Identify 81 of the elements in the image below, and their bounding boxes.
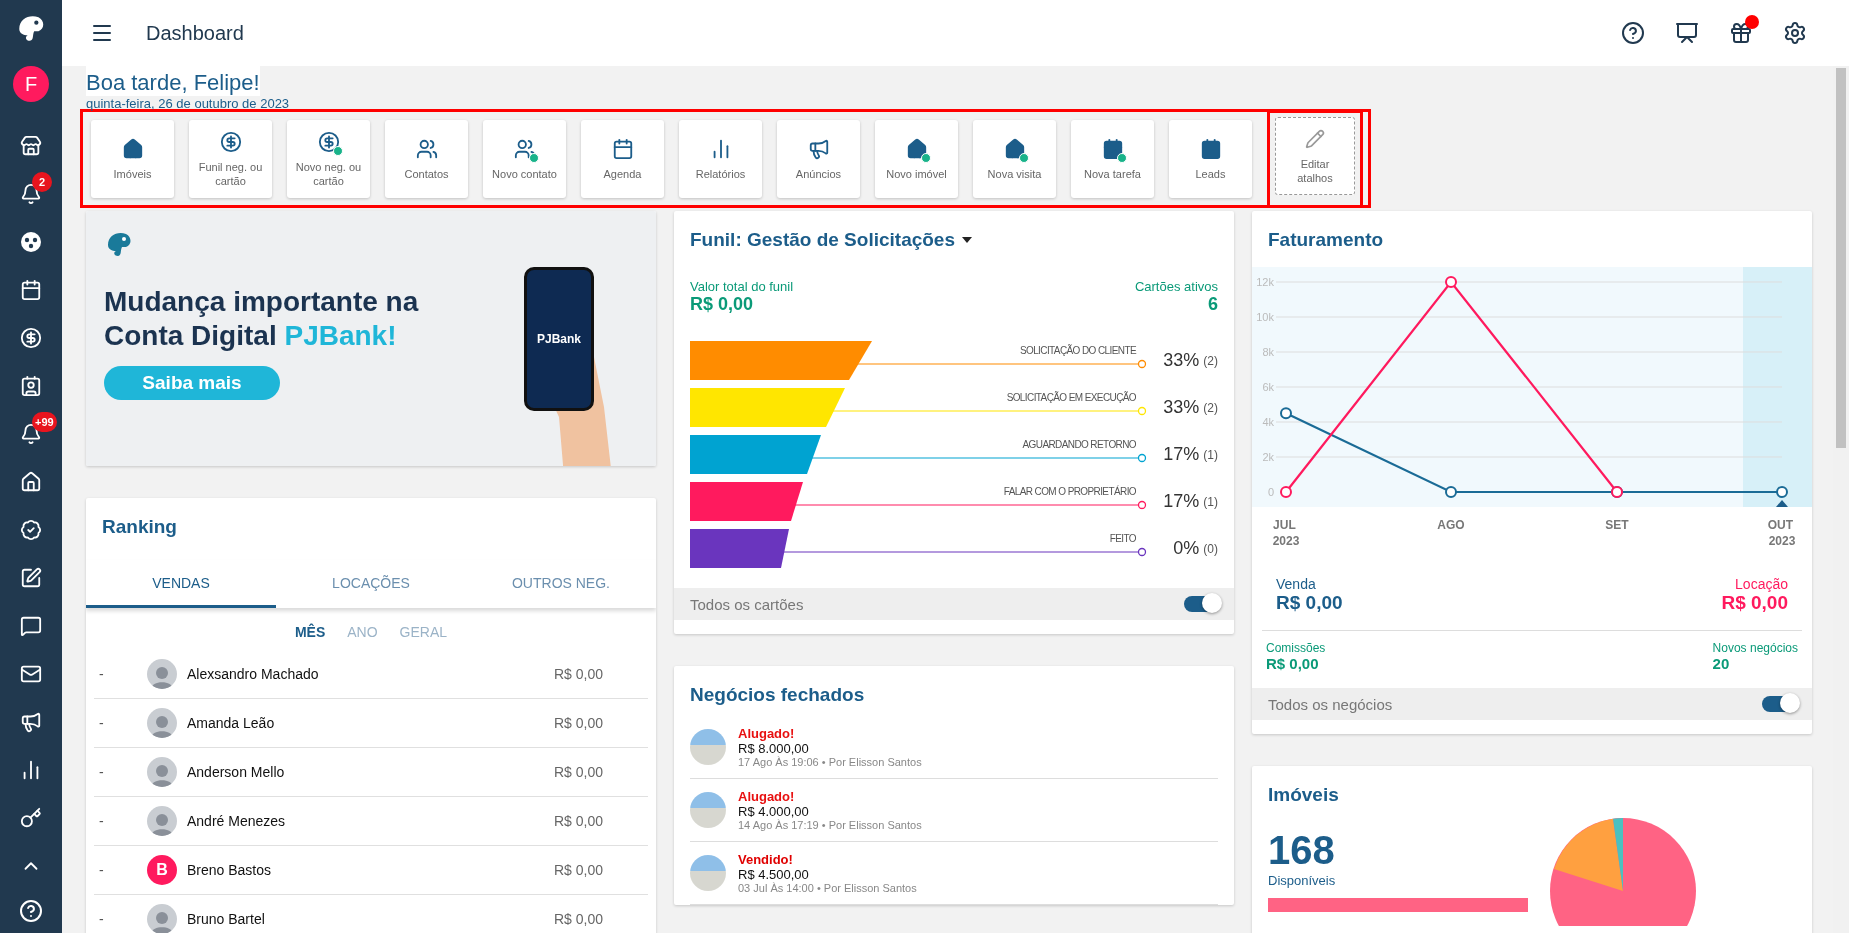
stage-percent: 0% [1173,538,1200,559]
stage-percent: 17% [1163,491,1200,512]
rent-value: R$ 0,00 [1721,592,1788,614]
stage-count: (2) [1203,353,1218,368]
y-tick-label: 2k [1262,451,1274,463]
y-tick-label: 0 [1267,486,1274,498]
notification-badge: 2 [32,172,52,192]
stage-label: FALAR COM O PROPRIETÁRIO [1003,486,1136,497]
card-title: Negócios fechados [689,683,866,706]
rank-position: - [98,666,105,682]
stage-label: SOLICITAÇÃO EM EXECUÇÃO [1006,392,1136,403]
property-count: 168 [1268,828,1336,873]
x-axis-label: JUL 2023 [1272,518,1300,548]
y-tick-label: 8k [1262,346,1274,358]
person-name: Amanda Leão [187,715,275,731]
new-deals-label: Novos negócios [1712,641,1798,655]
phone-screen-text: PJBank [537,332,581,346]
y-tick-label: 10k [1256,311,1274,323]
card-title: Faturamento [1267,228,1385,251]
active-cards-label: Cartões ativos [1134,279,1218,294]
stage-percent: 33% [1163,397,1200,418]
amount: R$ 0,00 [553,911,603,927]
deal-amount: R$ 4.000,00 [738,804,810,819]
stage-count: (1) [1203,494,1218,509]
amount: R$ 0,00 [553,813,603,829]
person-name: Bruno Bartel [187,911,265,927]
stage-label: FEITO [1109,533,1136,544]
total-value: R$ 0,00 [690,294,754,315]
person-name: André Menezes [187,813,286,829]
y-tick-label: 12k [1256,276,1274,288]
person-name: Alexsandro Machado [187,666,319,682]
x-axis-label: SET [1605,518,1629,532]
sale-value: R$ 0,00 [1276,592,1343,614]
deal-status: Alugado! [738,726,796,741]
footer-label: Todos os cartões [690,595,804,613]
user-avatar: B [147,855,177,885]
total-label: Valor total do funil [690,279,794,294]
deal-status: Alugado! [738,789,796,804]
notification-badge: +99 [32,412,57,432]
person-name: Breno Bastos [187,862,272,878]
amount: R$ 0,00 [553,764,603,780]
count-label: Disponíveis [1268,873,1337,888]
stage-count: (0) [1203,541,1218,556]
active-cards-value: 6 [1208,294,1218,315]
sale-label: Venda [1276,576,1316,592]
person-name: Anderson Mello [187,764,285,780]
rank-position: - [98,862,105,878]
date-text: quinta-feira, 26 de outubro de 2023 [86,96,291,111]
stage-count: (1) [1203,447,1218,462]
amount: R$ 0,00 [553,715,603,731]
amount: R$ 0,00 [553,862,603,878]
rank-position: - [98,911,105,927]
new-deals-value: 20 [1712,655,1730,672]
greeting: Boa tarde, Felipe! [86,66,260,96]
deal-status: Vendido! [738,852,794,867]
rank-position: - [98,813,105,829]
rank-position: - [98,764,105,780]
footer-label: Todos os negócios [1268,695,1393,713]
card-title: Ranking [101,515,178,538]
x-axis-label: OUT 2023 [1767,518,1796,548]
stage-percent: 33% [1163,350,1200,371]
stage-label: AGUARDANDO RETORNO [1022,439,1136,450]
card-title: Imóveis [1267,783,1340,806]
deal-amount: R$ 4.500,00 [738,867,810,882]
stage-label: SOLICITAÇÃO DO CLIENTE [1019,345,1136,356]
deal-meta: 03 Jul Às 14:00 • Por Elisson Santos [738,882,917,894]
deal-meta: 14 Ago Às 17:19 • Por Elisson Santos [738,819,922,831]
rent-label: Locação [1735,576,1788,592]
y-tick-label: 6k [1262,381,1274,393]
stage-percent: 17% [1163,444,1200,465]
commission-value: R$ 0,00 [1266,655,1319,672]
stage-count: (2) [1203,400,1218,415]
rank-position: - [98,715,105,731]
y-tick-label: 4k [1262,416,1274,428]
amount: R$ 0,00 [553,666,603,682]
page-title: Dashboard [146,21,244,45]
x-axis-label: AGO [1437,518,1465,532]
commission-label: Comissões [1266,641,1326,655]
banner-headline: Mudança importante na Conta Digital PJBank! [104,285,420,353]
deal-meta: 17 Ago Às 19:06 • Por Elisson Santos [738,756,922,768]
deal-amount: R$ 8.000,00 [738,741,810,756]
